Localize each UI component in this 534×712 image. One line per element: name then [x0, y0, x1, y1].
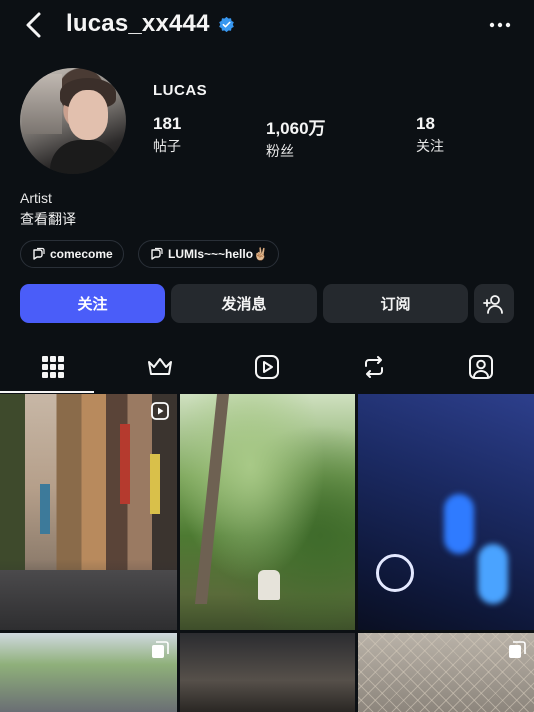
tab-reels[interactable] [214, 340, 320, 394]
grid-icon [42, 356, 64, 378]
posts-grid [0, 394, 534, 712]
post-thumbnail[interactable] [0, 394, 177, 630]
active-tab-indicator [0, 391, 94, 393]
person-figure [258, 570, 280, 600]
screen-glow [444, 494, 474, 554]
profile-avatar[interactable] [20, 68, 126, 174]
profile-tabs [0, 340, 534, 394]
crown-icon [148, 358, 172, 375]
carousel-indicator-icon [509, 641, 526, 658]
chip-label: LUMIs~~~hello✌🏼 [168, 247, 268, 261]
post-thumbnail[interactable] [180, 633, 355, 712]
suggest-users-button[interactable] [474, 284, 514, 323]
avatar-face [68, 90, 108, 140]
stat-following-value: 18 [416, 114, 435, 133]
post-thumbnail[interactable] [180, 394, 355, 630]
street-road [0, 570, 177, 630]
back-arrow-icon[interactable] [22, 10, 48, 40]
stat-followers-label: 粉丝 [266, 143, 294, 159]
stat-posts[interactable]: 181 帖子 [153, 114, 181, 156]
music-play-button [376, 554, 414, 592]
stat-following[interactable]: 18 关注 [416, 114, 444, 156]
more-options-icon[interactable] [488, 14, 512, 36]
bio-text: Artist [20, 190, 52, 206]
post-thumbnail[interactable] [358, 633, 534, 712]
threads-chip-lumis[interactable]: LUMIs~~~hello✌🏼 [138, 240, 279, 268]
threads-icon [33, 247, 45, 260]
stat-posts-value: 181 [153, 114, 182, 133]
tab-tagged[interactable] [428, 340, 534, 394]
tree-trunk [194, 394, 230, 604]
post-thumbnail[interactable] [358, 394, 534, 630]
tab-subscriptions[interactable] [107, 340, 213, 394]
avatar-shirt [50, 140, 120, 174]
street-sign [40, 484, 50, 534]
stat-followers-value: 1,060万 [266, 119, 326, 138]
carousel-indicator-icon [152, 641, 169, 658]
street-sign [150, 454, 160, 514]
message-button[interactable]: 发消息 [171, 284, 317, 323]
reel-indicator-icon [151, 402, 169, 420]
tagged-icon [469, 355, 493, 379]
add-person-icon [483, 294, 503, 314]
verified-badge-icon [218, 16, 234, 32]
top-bar: lucas_xx444 [0, 0, 534, 50]
repost-icon [365, 356, 383, 378]
post-thumbnail[interactable] [0, 633, 177, 712]
follow-button[interactable]: 关注 [20, 284, 165, 323]
subscribe-button[interactable]: 订阅 [323, 284, 468, 323]
street-sign [120, 424, 130, 504]
stat-posts-label: 帖子 [153, 138, 181, 154]
username-text: lucas_xx444 [66, 10, 210, 37]
profile-username: lucas_xx444 [66, 10, 235, 38]
tab-reposts[interactable] [321, 340, 427, 394]
screen-glow [478, 544, 508, 604]
see-translation-link[interactable]: 查看翻译 [20, 209, 76, 229]
stat-following-label: 关注 [416, 138, 444, 154]
avatar-background [22, 74, 62, 134]
stat-followers[interactable]: 1,060万 粉丝 [266, 114, 326, 161]
reels-icon [255, 355, 279, 379]
threads-icon [151, 247, 163, 260]
display-name: LUCAS [153, 82, 208, 99]
tab-posts-grid[interactable] [0, 340, 106, 394]
threads-chip-comecome[interactable]: comecome [20, 240, 124, 268]
chip-label: comecome [50, 247, 113, 261]
